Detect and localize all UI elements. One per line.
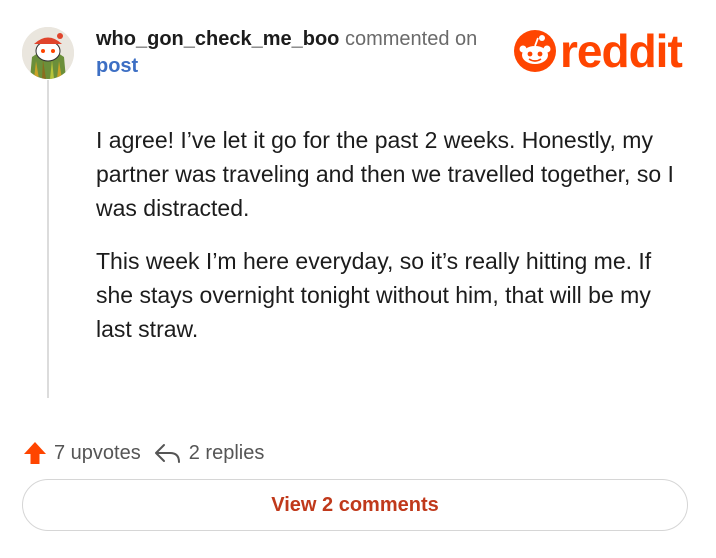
comment-body: I agree! I’ve let it go for the past 2 w… [96, 123, 686, 365]
reddit-logo: reddit [514, 25, 683, 77]
commented-on-text: commented on [344, 28, 478, 50]
comment-header: who_gon_check_me_boo commented on [96, 27, 477, 51]
upvote-count: 7 upvotes [54, 441, 141, 464]
post-link[interactable]: post [96, 54, 138, 78]
comment-paragraph-1: I agree! I’ve let it go for the past 2 w… [96, 127, 674, 221]
view-comments-button[interactable]: View 2 comments [22, 479, 688, 531]
reply-count[interactable]: 2 replies [189, 442, 265, 465]
username-link[interactable]: who_gon_check_me_boo [96, 28, 339, 50]
upvote-arrow-icon[interactable] [22, 440, 48, 466]
reply-arrow-icon[interactable] [153, 440, 183, 466]
thread-line [47, 80, 49, 398]
comment-paragraph-2: This week I’m here everyday, so it’s rea… [96, 248, 652, 342]
snoo-avatar-icon [22, 27, 74, 79]
reddit-wordmark: reddit [560, 25, 683, 77]
comment-actions: 7 upvotes 2 replies [22, 438, 264, 468]
avatar[interactable] [22, 27, 74, 79]
reddit-alien-icon [514, 30, 556, 72]
